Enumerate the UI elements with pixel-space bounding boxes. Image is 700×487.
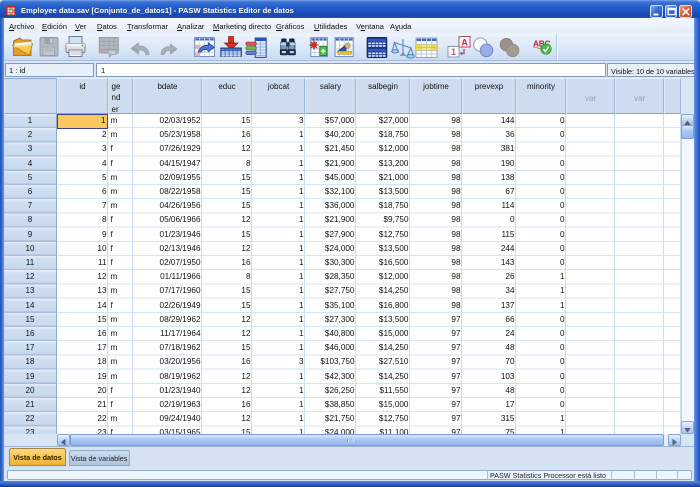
svg-text:A: A xyxy=(461,37,468,47)
svg-text:1: 1 xyxy=(451,47,456,57)
